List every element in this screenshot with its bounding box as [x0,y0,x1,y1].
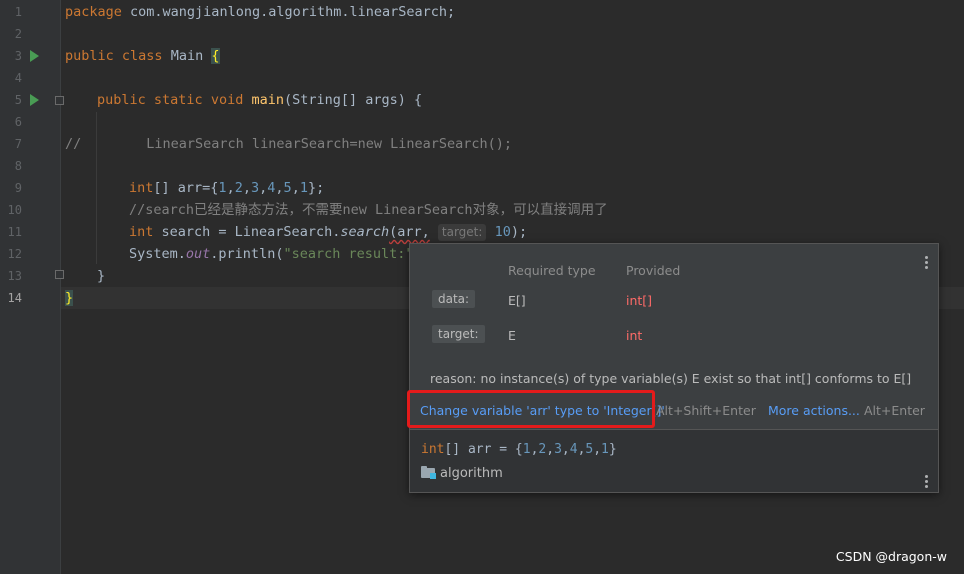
line-number: 7 [14,137,22,151]
code-line-1[interactable]: package com.wangjianlong.algorithm.linea… [65,1,455,23]
closing-brace: } [97,268,106,284]
header-provided: Provided [626,263,681,278]
code-line-9[interactable]: int[] arr={1,2,3,4,5,1}; [129,177,324,199]
declaration-menu-icon[interactable] [924,475,928,490]
watermark: CSDN @dragon-w [835,549,947,564]
line-number: 6 [14,115,22,129]
number: 1 [299,180,308,196]
number: 3 [554,442,562,457]
provided-type: int[] [626,293,653,308]
code-line-11[interactable]: int search = LinearSearch.search(arr, ta… [129,221,527,243]
number: 3 [250,180,260,196]
code-text: }; [307,180,325,196]
param-label: target: [432,325,485,343]
method-name: main [251,92,285,108]
keyword: class [121,48,163,64]
fold-marker-icon[interactable] [55,96,64,105]
number: 2 [234,180,243,196]
more-actions-shortcut: Alt+Enter [864,403,925,418]
annotation-highlight-box [407,390,655,428]
line-number: 2 [14,27,22,41]
static-method-call: search [340,224,390,240]
parameter-hint: target: [437,224,487,241]
code-line-7[interactable]: // LinearSearch linearSearch=new LinearS… [65,133,512,155]
action-shortcut: Alt+Shift+Enter [656,403,756,418]
comment: //search已经是静态方法，不需要new LinearSearch对象，可以… [129,202,608,218]
provided-type: int [626,328,643,343]
package-name: algorithm [440,466,503,481]
line-number: 10 [7,203,22,217]
line-number: 11 [7,225,22,239]
more-actions-link[interactable]: More actions... [768,403,860,418]
package-name: com.wangjianlong.algorithm.linearSearch; [121,4,456,20]
matched-brace: { [211,48,220,64]
number: 10 [494,224,511,240]
run-main-icon[interactable] [30,94,39,106]
class-name: Main [170,48,204,64]
code-text: [] arr={ [153,180,219,196]
code-text: ); [510,224,528,240]
error-reason: reason: no instance(s) of type variable(… [430,371,912,386]
number: 1 [601,442,609,457]
number: 1 [218,180,227,196]
keyword: int [421,442,445,457]
code-text: } [608,442,617,457]
line-number: 1 [14,5,22,19]
keyword: public [65,48,114,64]
code-line-5[interactable]: public static void main(String[] args) { [97,89,422,111]
static-field: out [185,246,211,262]
number: 5 [585,442,594,457]
param-label: data: [432,290,476,308]
line-number: 3 [14,49,22,63]
code-line-14[interactable]: } [65,287,74,309]
fold-marker-icon[interactable] [55,270,64,279]
code-line-3[interactable]: public class Main { [65,45,220,67]
keyword: public [97,92,146,108]
error-tooltip-popup: Required type Provided data: E[] int[] t… [409,243,939,493]
code-line-10[interactable]: //search已经是静态方法，不需要new LinearSearch对象，可以… [129,199,608,221]
line-number: 8 [14,159,22,173]
required-type: E [508,328,516,343]
code-line-12[interactable]: System.out.println("search result:" [129,243,414,265]
editor-gutter [0,0,61,574]
error-argument[interactable]: (arr, [389,224,430,240]
line-number: 13 [7,269,22,283]
line-number: 12 [7,247,22,261]
line-number: 5 [14,93,22,107]
keyword: package [65,4,122,20]
number: 4 [267,180,276,196]
package-location[interactable]: algorithm [421,466,503,481]
keyword: void [210,92,244,108]
number: 2 [538,442,547,457]
popup-menu-icon[interactable] [924,256,928,271]
number: 1 [522,442,531,457]
line-number: 9 [14,181,22,195]
matched-brace: } [65,290,74,306]
keyword: static [153,92,203,108]
code-text: System. [129,246,186,262]
declaration-section: int[] arr = {1,2,3,4,5,1} algorithm [410,430,938,492]
variable-declaration: int[] arr = {1,2,3,4,5,1} [421,442,617,457]
line-number: 4 [14,71,22,85]
number: 5 [283,180,292,196]
line-number: 14 [7,291,22,305]
comment: // LinearSearch linearSearch=new LinearS… [65,136,513,152]
code-line-13[interactable]: } [97,265,105,287]
code-text: search = LinearSearch. [153,224,341,240]
package-folder-icon [421,466,437,479]
method-params: (String[] args) { [284,92,423,108]
required-type: E[] [508,293,526,308]
run-class-icon[interactable] [30,50,39,62]
keyword: int [129,180,154,196]
string-literal: "search result:" [283,246,414,262]
code-text: [] arr = { [444,442,523,457]
header-required-type: Required type [508,263,596,278]
keyword: int [129,224,154,240]
number: 4 [569,442,578,457]
code-text: .println( [210,246,284,262]
